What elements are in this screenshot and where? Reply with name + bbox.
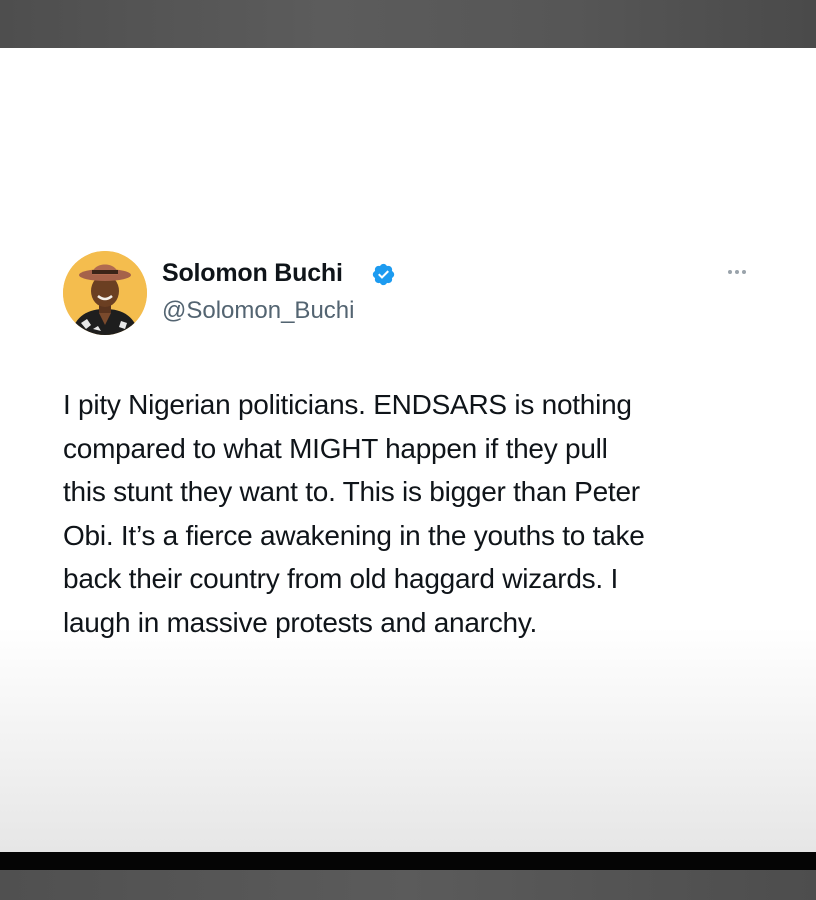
author-handle[interactable]: @Solomon_Buchi xyxy=(162,297,354,325)
tweet-text: I pity Nigerian politicians. ENDSARS is … xyxy=(63,383,763,644)
tweet-line: Obi. It’s a fierce awakening in the yout… xyxy=(63,519,645,551)
avatar[interactable] xyxy=(63,251,147,335)
tweet-line: compared to what MIGHT happen if they pu… xyxy=(63,432,608,464)
dot xyxy=(742,270,746,274)
tweet-line: back their country from old haggard wiza… xyxy=(63,563,618,594)
bottom-frame-edge xyxy=(0,852,816,870)
dot xyxy=(735,270,739,274)
more-options-icon[interactable] xyxy=(720,262,754,282)
tweet-line: laugh in massive protests and anarchy. xyxy=(63,606,538,638)
profile-photo xyxy=(63,251,147,335)
tweet-line: this stunt they want to. This is bigger … xyxy=(63,476,640,507)
verified-badge-icon xyxy=(371,262,396,287)
dot xyxy=(728,270,732,274)
bottom-frame-bar xyxy=(0,870,816,900)
top-frame-bar xyxy=(0,0,816,48)
tweet-line: I pity Nigerian politicians. ENDSARS is … xyxy=(63,389,632,420)
author-display-name[interactable]: Solomon Buchi xyxy=(162,259,343,288)
